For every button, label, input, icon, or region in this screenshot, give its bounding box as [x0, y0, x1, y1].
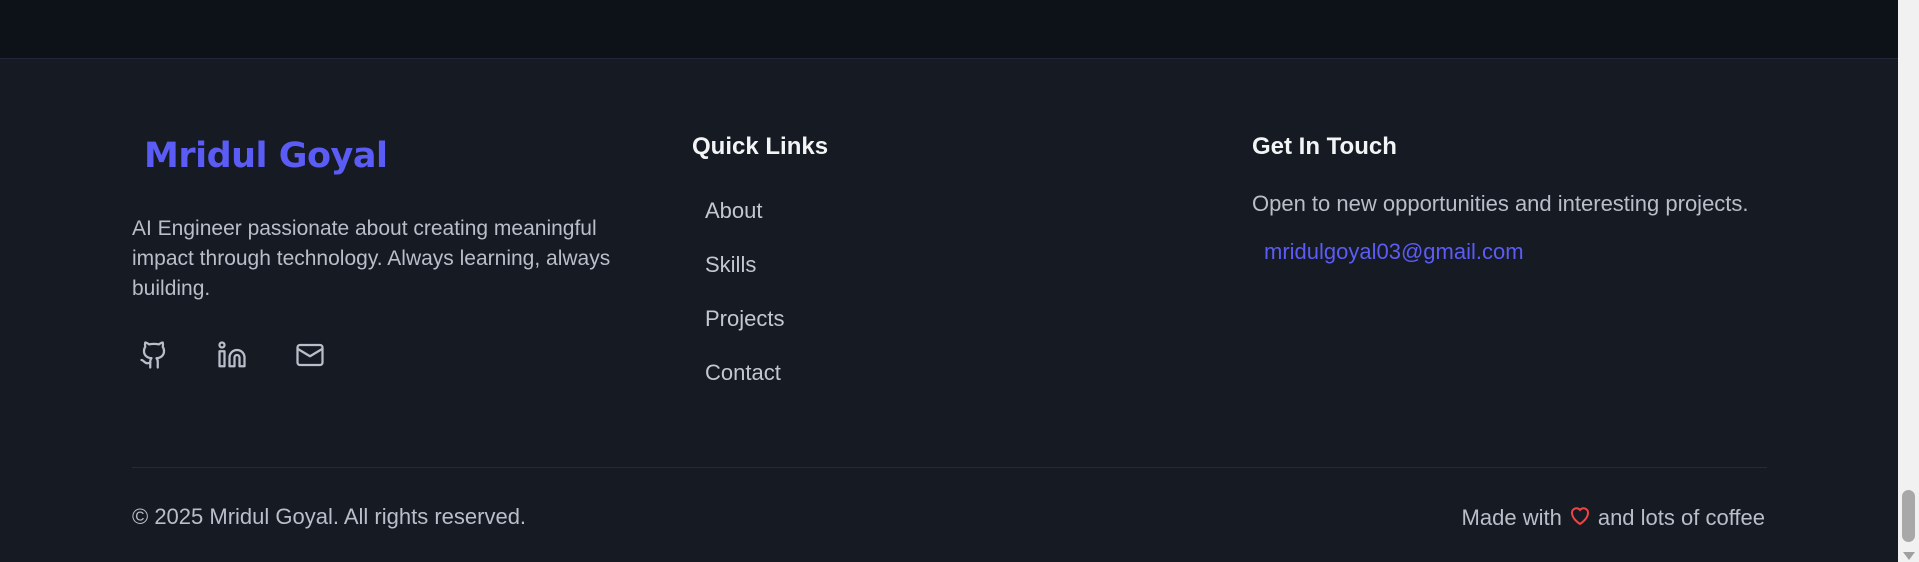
- linkedin-icon: [218, 341, 246, 368]
- quick-links-nav: About Skills Projects Contact: [705, 196, 784, 412]
- vertical-scrollbar[interactable]: [1898, 0, 1919, 562]
- email-link[interactable]: [288, 330, 332, 380]
- footer-brand-name[interactable]: Mridul Goyal: [144, 136, 388, 176]
- quick-link-about[interactable]: About: [705, 196, 784, 250]
- footer-divider: [132, 467, 1767, 468]
- quick-link-projects[interactable]: Projects: [705, 304, 784, 358]
- get-in-touch-text: Open to new opportunities and interestin…: [1252, 191, 1749, 216]
- copyright-text: © 2025 Mridul Goyal. All rights reserved…: [132, 504, 527, 529]
- email-address-link[interactable]: mridulgoyal03@gmail.com: [1264, 239, 1524, 265]
- previous-section-bottom: [0, 0, 1898, 59]
- footer-bio: AI Engineer passionate about creating me…: [132, 217, 611, 300]
- quick-link-skills[interactable]: Skills: [705, 250, 784, 304]
- scrollbar-thumb[interactable]: [1902, 490, 1915, 542]
- github-icon: [140, 341, 166, 369]
- made-with-prefix: Made with: [1461, 505, 1562, 530]
- social-links: [132, 330, 332, 380]
- quick-links-title: Quick Links: [692, 133, 829, 160]
- quick-link-contact[interactable]: Contact: [705, 358, 784, 412]
- heart-icon: [1568, 504, 1592, 532]
- made-with-suffix: and lots of coffee: [1597, 505, 1765, 530]
- get-in-touch-title: Get In Touch: [1252, 133, 1397, 160]
- github-link[interactable]: [132, 330, 176, 380]
- site-footer: [0, 59, 1898, 562]
- scroll-down-arrow-icon[interactable]: [1903, 552, 1915, 560]
- made-with-text: Made with and lots of coffee: [1462, 504, 1765, 532]
- linkedin-link[interactable]: [210, 330, 254, 380]
- page: Mridul Goyal AI Engineer passionate abou…: [0, 0, 1919, 562]
- mail-icon: [296, 343, 324, 367]
